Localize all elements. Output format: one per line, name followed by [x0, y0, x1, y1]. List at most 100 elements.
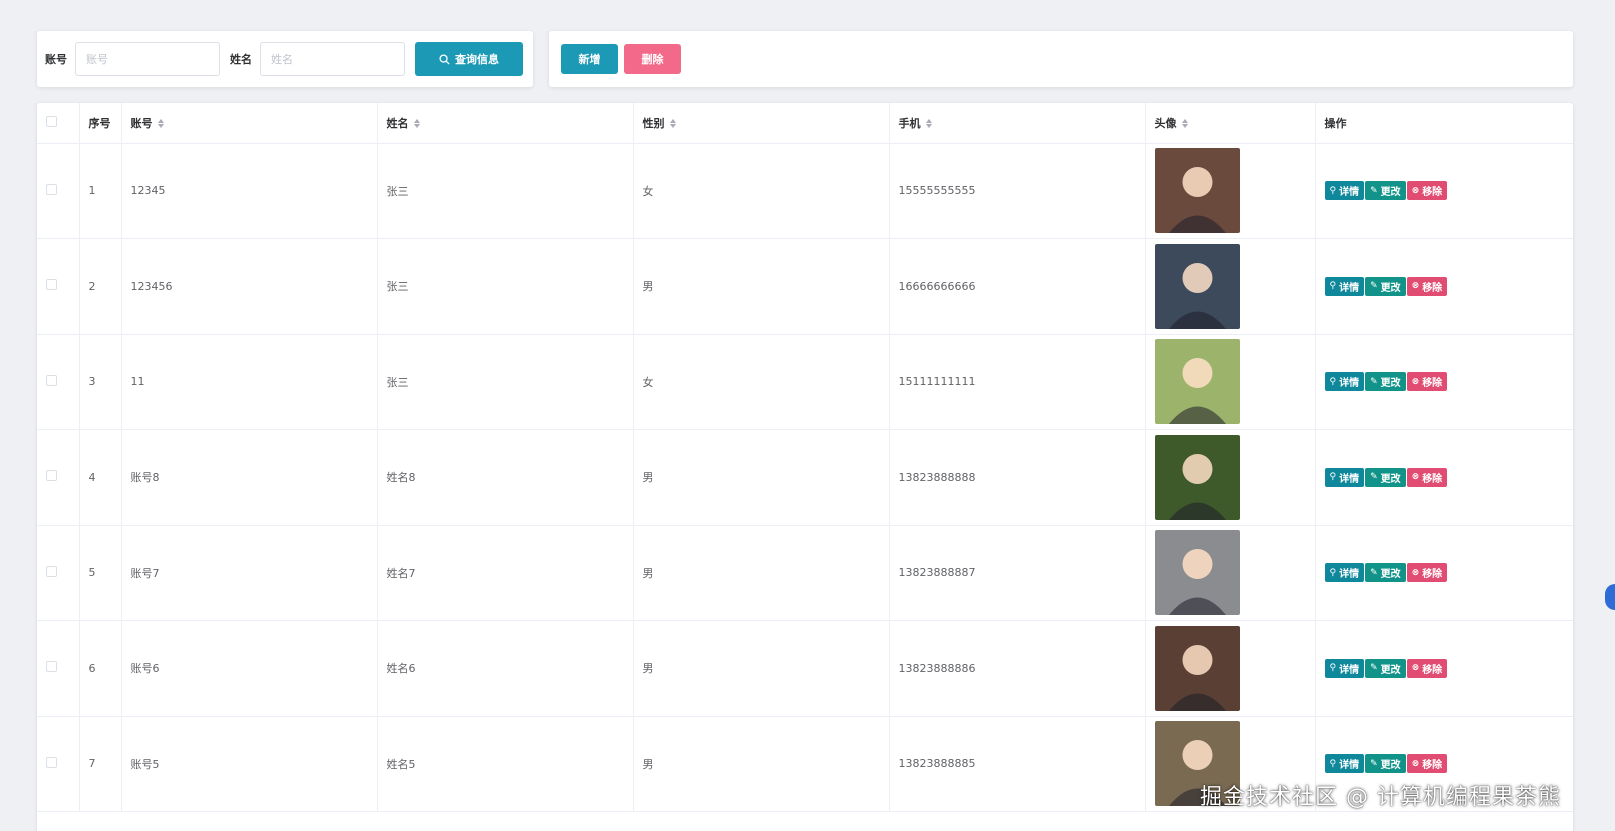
row-gender: 男 [633, 620, 890, 717]
row-checkbox[interactable] [46, 661, 57, 673]
detail-button[interactable]: ⚲ 详情 [1324, 563, 1365, 583]
sort-icon[interactable] [413, 119, 420, 129]
sort-icon[interactable] [925, 119, 932, 129]
avatar-image[interactable] [1154, 434, 1240, 520]
edit-button[interactable]: ✎ 更改 [1365, 754, 1406, 774]
avatar-image[interactable] [1154, 530, 1240, 616]
delete-button[interactable]: 删除 [624, 44, 681, 74]
edit-button[interactable]: ✎ 更改 [1365, 563, 1406, 583]
detail-button[interactable]: ⚲ 详情 [1324, 276, 1365, 296]
remove-button[interactable]: ⊗ 移除 [1406, 754, 1448, 774]
remove-button[interactable]: ⊗ 移除 [1406, 276, 1448, 296]
remove-button[interactable]: ⊗ 移除 [1406, 181, 1448, 201]
detail-button[interactable]: ⚲ 详情 [1324, 372, 1365, 392]
remove-button[interactable]: ⊗ 移除 [1406, 467, 1448, 487]
detail-button-label: 详情 [1339, 187, 1360, 199]
detail-button[interactable]: ⚲ 详情 [1324, 181, 1365, 201]
row-phone: 13823888886 [889, 620, 1146, 717]
close-circle-icon: ⊗ [1411, 663, 1420, 674]
pencil-icon: ✎ [1370, 281, 1378, 292]
row-avatar-cell [1145, 429, 1316, 526]
row-phone: 16666666666 [889, 238, 1146, 335]
remove-button[interactable]: ⊗ 移除 [1406, 372, 1448, 392]
avatar-image[interactable] [1154, 339, 1240, 425]
row-name: 姓名5 [377, 716, 634, 812]
select-all-checkbox[interactable] [46, 115, 57, 127]
remove-button[interactable]: ⊗ 移除 [1406, 563, 1448, 583]
edit-button-label: 更改 [1380, 378, 1401, 390]
add-button[interactable]: 新增 [561, 44, 618, 74]
account-input[interactable] [75, 42, 220, 76]
table-body: 1 12345 张三 女 15555555555 ⚲ 详情 ✎ 更改 ⊗ 移除 2 123… [37, 143, 1573, 812]
row-account: 12345 [121, 143, 378, 239]
remove-button-label: 移除 [1422, 282, 1443, 294]
avatar-image[interactable] [1154, 243, 1240, 329]
search-button[interactable]: 查询信息 [415, 42, 523, 76]
detail-button[interactable]: ⚲ 详情 [1324, 658, 1365, 678]
row-phone: 15111111111 [889, 334, 1146, 430]
row-phone: 15555555555 [889, 143, 1146, 239]
edit-button[interactable]: ✎ 更改 [1365, 658, 1406, 678]
row-account: 账号5 [121, 716, 378, 812]
row-avatar-cell [1145, 143, 1316, 239]
row-phone: 13823888888 [889, 429, 1146, 526]
row-checkbox[interactable] [46, 279, 57, 291]
row-name: 姓名6 [377, 620, 634, 717]
floating-assistant-button[interactable] [1605, 584, 1615, 610]
header-phone[interactable]: 手机 [889, 103, 1146, 144]
sort-icon[interactable] [157, 119, 164, 129]
table-row: 3 11 张三 女 15111111111 ⚲ 详情 ✎ 更改 ⊗ 移除 [37, 334, 1573, 430]
header-name[interactable]: 姓名 [377, 103, 634, 144]
row-ops-cell: ⚲ 详情 ✎ 更改 ⊗ 移除 [1315, 238, 1573, 335]
row-account: 123456 [121, 238, 378, 335]
header-avatar-label: 头像 [1154, 116, 1177, 130]
row-index: 6 [79, 620, 122, 717]
close-circle-icon: ⊗ [1411, 758, 1420, 769]
row-avatar-cell [1145, 238, 1316, 335]
avatar-image[interactable] [1154, 625, 1240, 711]
row-checkbox[interactable] [46, 183, 57, 195]
edit-button-label: 更改 [1380, 664, 1401, 676]
row-checkbox[interactable] [46, 470, 57, 482]
row-avatar-cell [1145, 525, 1316, 621]
remove-button[interactable]: ⊗ 移除 [1406, 658, 1448, 678]
edit-button[interactable]: ✎ 更改 [1365, 372, 1406, 392]
pencil-icon: ✎ [1370, 472, 1378, 483]
row-account: 账号7 [121, 525, 378, 621]
row-checkbox[interactable] [46, 374, 57, 386]
row-gender: 男 [633, 525, 890, 621]
row-select-cell [37, 238, 80, 335]
row-checkbox[interactable] [46, 756, 57, 768]
search-button-label: 查询信息 [455, 53, 499, 66]
search-icon: ⚲ [1329, 567, 1337, 578]
pencil-icon: ✎ [1370, 567, 1378, 578]
edit-button[interactable]: ✎ 更改 [1365, 181, 1406, 201]
search-icon: ⚲ [1329, 281, 1337, 292]
detail-button[interactable]: ⚲ 详情 [1324, 754, 1365, 774]
sort-icon[interactable] [1181, 119, 1188, 129]
row-select-cell [37, 334, 80, 430]
edit-button[interactable]: ✎ 更改 [1365, 467, 1406, 487]
header-avatar[interactable]: 头像 [1145, 103, 1316, 144]
avatar-image[interactable] [1154, 148, 1240, 234]
sort-icon[interactable] [669, 119, 676, 129]
table-row: 2 123456 张三 男 16666666666 ⚲ 详情 ✎ 更改 ⊗ 移除 [37, 238, 1573, 335]
table-row: 4 账号8 姓名8 男 13823888888 ⚲ 详情 ✎ 更改 ⊗ 移除 [37, 429, 1573, 526]
pencil-icon: ✎ [1370, 758, 1378, 769]
row-ops-cell: ⚲ 详情 ✎ 更改 ⊗ 移除 [1315, 525, 1573, 621]
edit-button-label: 更改 [1380, 473, 1401, 485]
name-input[interactable] [260, 42, 405, 76]
row-checkbox[interactable] [46, 565, 57, 577]
detail-button[interactable]: ⚲ 详情 [1324, 467, 1365, 487]
row-index: 3 [79, 334, 122, 430]
row-name: 张三 [377, 238, 634, 335]
header-ops: 操作 [1315, 103, 1573, 144]
close-circle-icon: ⊗ [1411, 281, 1420, 292]
row-select-cell [37, 716, 80, 812]
header-account[interactable]: 账号 [121, 103, 378, 144]
data-table: 序号 账号 姓名 性别 手机 头像 操作 1 12345 张三 女 155555… [37, 103, 1573, 831]
search-panel: 账号 姓名 查询信息 [37, 31, 533, 87]
edit-button[interactable]: ✎ 更改 [1365, 276, 1406, 296]
row-select-cell [37, 620, 80, 717]
header-gender[interactable]: 性别 [633, 103, 890, 144]
